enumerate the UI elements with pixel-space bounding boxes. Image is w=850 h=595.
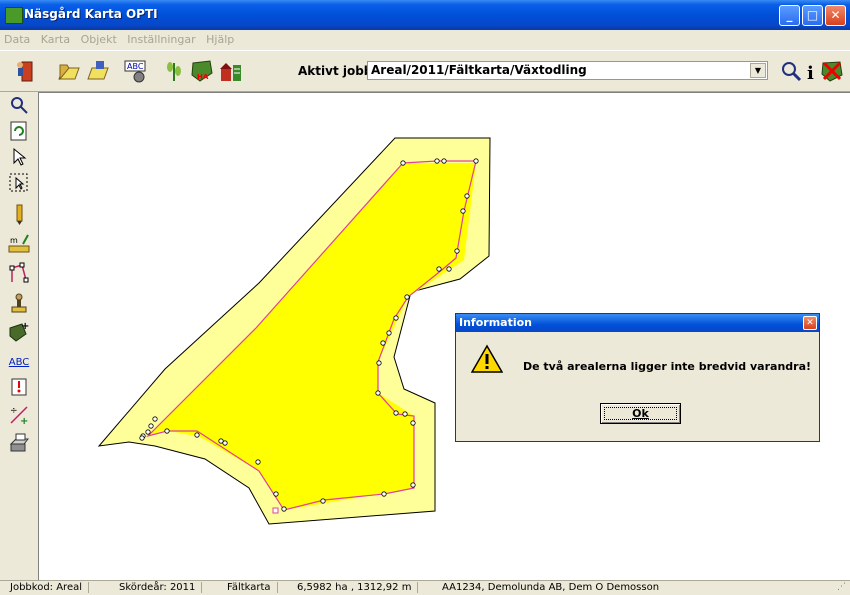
measure-unit-label: m (10, 236, 18, 245)
status-area: 6,5982 ha , 1312,92 m (297, 582, 419, 593)
status-owner: AA1234, Demolunda AB, Dem O Demosson (442, 582, 660, 593)
close-map-icon[interactable] (820, 59, 844, 83)
crop-icon[interactable] (162, 59, 186, 83)
menu-data[interactable]: Data (0, 30, 33, 46)
svg-text:÷: ÷ (10, 406, 18, 416)
dialog-message: De två arealerna ligger inte bredvid var… (523, 360, 812, 373)
active-job-select[interactable]: Areal/2011/Fältkarta/Växtodling ▼ (367, 61, 768, 80)
svg-text:HA: HA (197, 73, 209, 81)
measure-icon[interactable]: m (8, 232, 30, 254)
pencil-icon[interactable] (8, 204, 30, 226)
selected-vertex[interactable] (272, 507, 279, 514)
dialog-close-button[interactable]: ✕ (803, 316, 817, 330)
open-map-icon[interactable] (57, 59, 81, 83)
field-ha-icon[interactable]: HA (190, 59, 214, 83)
menu-bar: Data Karta Objekt Inställningar Hjälp (0, 30, 850, 49)
save-map-icon[interactable] (86, 59, 110, 83)
dropdown-arrow-icon[interactable]: ▼ (750, 63, 766, 78)
menu-karta[interactable]: Karta (37, 30, 73, 46)
text-abc-icon[interactable]: ABC (8, 350, 30, 372)
dialog-title-bar[interactable]: Information ✕ (456, 314, 819, 332)
active-job-value: Areal/2011/Fältkarta/Växtodling (371, 63, 587, 77)
edit-nodes-icon[interactable] (8, 262, 30, 284)
print-icon[interactable] (8, 432, 30, 454)
split-icon[interactable]: ÷+ (8, 404, 30, 426)
app-icon (5, 7, 23, 24)
toolbar: ABC HA Aktivt jobb Areal/2011/Fältkarta/… (0, 50, 850, 92)
svg-text:ABC: ABC (127, 62, 144, 71)
svg-text:+: + (20, 416, 28, 426)
farm-buildings-icon[interactable] (219, 59, 243, 83)
focus-rect (604, 407, 677, 420)
marker-icon[interactable] (8, 376, 30, 398)
ruler-icon: m (8, 234, 30, 253)
close-button[interactable]: ✕ (825, 5, 846, 26)
resize-grip-icon[interactable]: ⋰ (837, 582, 846, 592)
window-title: Näsgård Karta OPTI (24, 7, 158, 21)
status-jobbkod: Jobbkod: Areal (10, 582, 90, 593)
zoom-icon[interactable] (8, 94, 30, 116)
status-skordear: Skördeår: 2011 (119, 582, 203, 593)
main-window: Näsgård Karta OPTI _ □ ✕ Data Karta Obje… (0, 0, 850, 595)
minimize-button[interactable]: _ (779, 5, 800, 26)
dialog-title: Information (459, 316, 532, 329)
text-abc-icon[interactable]: ABC (124, 59, 148, 83)
title-bar[interactable]: Näsgård Karta OPTI _ □ ✕ (0, 0, 850, 30)
stamp-icon[interactable] (8, 292, 30, 314)
information-dialog: Information ✕ De två arealerna ligger in… (455, 313, 820, 442)
status-layer: Fältkarta (227, 582, 278, 593)
left-toolbox: m + ABC ÷ + (8, 92, 32, 580)
status-bar: Jobbkod: Areal Skördeår: 2011 Fältkarta … (0, 580, 850, 595)
warning-icon (471, 344, 503, 373)
select-area-icon[interactable] (8, 172, 30, 194)
menu-installningar[interactable]: Inställningar (123, 30, 198, 46)
svg-text:+: + (21, 321, 29, 332)
pointer-icon[interactable] (8, 146, 30, 168)
ok-button[interactable]: Ok (600, 403, 681, 424)
svg-text:i: i (807, 63, 814, 83)
add-field-icon[interactable]: + (8, 320, 30, 342)
maximize-button[interactable]: □ (802, 5, 823, 26)
active-job-label: Aktivt jobb (298, 64, 373, 78)
abc-tool-label: ABC (8, 357, 30, 368)
menu-objekt[interactable]: Objekt (77, 30, 120, 46)
refresh-icon[interactable] (8, 120, 30, 142)
exit-icon[interactable] (14, 59, 38, 83)
menu-hjalp[interactable]: Hjälp (202, 30, 237, 46)
